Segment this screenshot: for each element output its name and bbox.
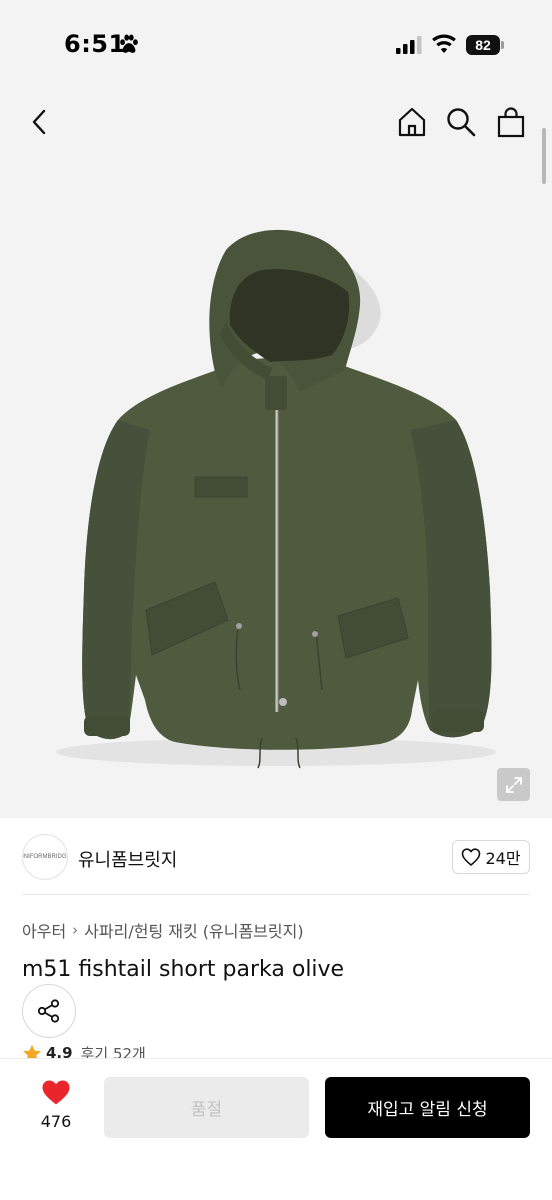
expand-icon xyxy=(505,776,522,793)
brand-like-count: 24만 xyxy=(485,849,521,868)
search-button[interactable] xyxy=(443,104,479,140)
product-image[interactable] xyxy=(0,152,552,818)
status-time: 6:51 xyxy=(64,30,126,58)
battery-indicator: 82 xyxy=(466,35,504,55)
like-brand-button[interactable]: 24만 xyxy=(452,840,530,874)
brand-row[interactable]: UNIFORMBRIDGE 유니폼브릿지 24만 xyxy=(22,834,530,882)
paw-icon xyxy=(120,34,138,53)
share-button[interactable] xyxy=(22,984,76,1038)
wishlist-button[interactable]: 476 xyxy=(30,1079,82,1139)
breadcrumb-category[interactable]: 아우터 xyxy=(22,918,66,942)
home-icon xyxy=(398,107,426,137)
wishlist-count: 476 xyxy=(40,1112,72,1131)
top-navigation xyxy=(0,92,552,152)
scroll-indicator xyxy=(542,128,546,184)
search-icon xyxy=(447,108,476,137)
bottom-action-bar: 476 품절 재입고 알림 신청 xyxy=(0,1058,552,1200)
share-icon xyxy=(37,999,60,1023)
chevron-right-icon: › xyxy=(72,921,79,939)
wifi-icon xyxy=(432,34,456,53)
divider xyxy=(22,894,530,895)
heart-filled-icon xyxy=(42,1080,70,1105)
shopping-bag-button[interactable] xyxy=(493,104,529,140)
battery-level: 82 xyxy=(466,35,500,55)
home-button[interactable] xyxy=(394,104,430,140)
jacket-illustration xyxy=(56,229,496,769)
product-title: m51 fishtail short parka olive xyxy=(22,957,345,982)
brand-name[interactable]: 유니폼브릿지 xyxy=(78,846,177,872)
heart-outline-icon xyxy=(462,848,481,866)
back-icon xyxy=(32,109,46,135)
brand-logo[interactable]: UNIFORMBRIDGE xyxy=(22,834,68,880)
back-button[interactable] xyxy=(22,104,58,140)
soldout-button: 품절 xyxy=(104,1077,309,1138)
signal-icon xyxy=(396,36,422,54)
restock-alert-button[interactable]: 재입고 알림 신청 xyxy=(325,1077,530,1138)
breadcrumb-subcategory[interactable]: 사파리/헌팅 재킷 (유니폼브릿지) xyxy=(84,918,303,942)
breadcrumb: 아우터 › 사파리/헌팅 재킷 (유니폼브릿지) xyxy=(22,918,304,942)
shopping-bag-icon xyxy=(497,107,525,138)
battery-tip xyxy=(501,41,504,49)
expand-image-button[interactable] xyxy=(497,768,530,801)
status-bar: 6:51 82 xyxy=(0,0,552,92)
